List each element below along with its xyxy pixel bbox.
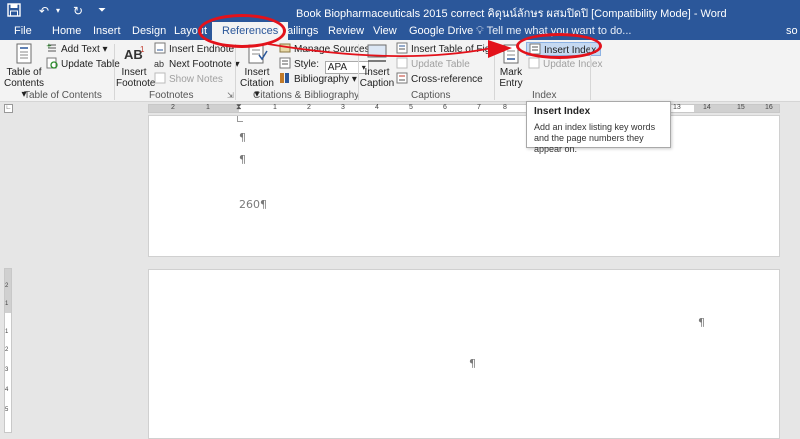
annotation-arrow — [267, 40, 512, 58]
